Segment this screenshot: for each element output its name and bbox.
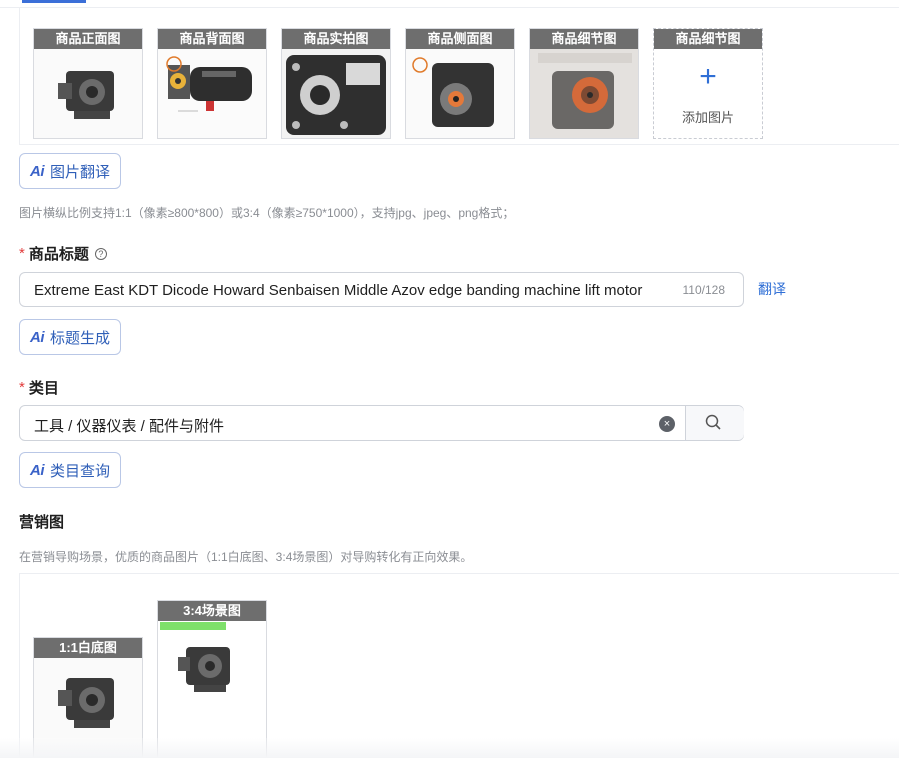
image-slot-label: 商品正面图 xyxy=(34,29,142,49)
category-input[interactable]: 工具 / 仪器仪表 / 配件与附件 × xyxy=(19,405,744,441)
motor-side-photo xyxy=(158,49,266,138)
marketing-hint: 在营销导购场景，优质的商品图片（1:1白底图、3:4场景图）对导购转化有正向效果… xyxy=(19,550,473,564)
add-image-label: 添加图片 xyxy=(681,110,734,125)
category-field-label: * 类目 xyxy=(19,377,59,398)
marketing-label-text: 营销图 xyxy=(19,514,65,531)
required-mark: * xyxy=(19,245,25,262)
title-generate-label: 标题生成 xyxy=(50,329,111,347)
scroll-fade xyxy=(0,738,899,758)
image-translate-label: 图片翻译 xyxy=(50,163,111,181)
title-input-value: Extreme East KDT Dicode Howard Senbaisen… xyxy=(34,282,643,299)
active-tab-indicator xyxy=(22,0,86,3)
image-slot-label: 商品细节图 xyxy=(530,29,638,49)
gearbox-detail-photo xyxy=(530,49,638,138)
ai-icon: Ai xyxy=(30,162,45,180)
title-char-counter: 110/128 xyxy=(682,283,726,297)
marketing-slot-label: 3:4场景图 xyxy=(158,601,266,621)
marketing-images-label: 营销图 xyxy=(19,511,64,532)
required-mark: * xyxy=(19,379,25,396)
title-generate-button[interactable]: Ai 标题生成 xyxy=(19,319,122,355)
gear-motor-photo xyxy=(34,49,142,138)
image-format-hint: 图片横纵比例支持1:1（像素≥800*800）或3:4（像素≥750*1000）… xyxy=(19,206,515,220)
image-slot-front[interactable]: 商品正面图 xyxy=(33,28,143,139)
category-label-text: 类目 xyxy=(28,380,59,397)
ai-icon: Ai xyxy=(30,328,45,346)
help-icon[interactable]: ? xyxy=(94,247,107,260)
title-translate-link[interactable]: 翻译 xyxy=(758,279,786,299)
image-slot-label: 商品实拍图 xyxy=(282,29,390,49)
product-images-panel: 商品正面图 商品背面图 商品实拍图 商品侧面图 商品细节图 商品细节图 + 添加… xyxy=(19,8,899,145)
title-input[interactable]: Extreme East KDT Dicode Howard Senbaisen… xyxy=(19,272,744,307)
add-image-button[interactable]: 商品细节图 + 添加图片 xyxy=(653,28,763,139)
plus-icon: + xyxy=(699,60,717,93)
marketing-images-panel: 1:1白底图 3:4场景图 xyxy=(19,573,899,758)
marketing-slot-scene[interactable]: 3:4场景图 xyxy=(157,600,267,758)
image-slot-back[interactable]: 商品背面图 xyxy=(157,28,267,139)
category-value: 工具 / 仪器仪表 / 配件与附件 xyxy=(34,418,225,435)
image-slot-detail[interactable]: 商品细节图 xyxy=(529,28,639,139)
image-slot-label: 商品细节图 xyxy=(654,29,762,49)
gearbox-side-photo xyxy=(406,49,514,138)
image-slot-label: 商品侧面图 xyxy=(406,29,514,49)
ai-icon: Ai xyxy=(30,461,45,479)
image-slot-label: 商品背面图 xyxy=(158,29,266,49)
category-query-button[interactable]: Ai 类目查询 xyxy=(19,452,122,488)
image-translate-button[interactable]: Ai 图片翻译 xyxy=(19,153,122,189)
search-icon xyxy=(705,414,721,430)
title-label-text: 商品标题 xyxy=(28,246,89,263)
category-search-button[interactable] xyxy=(686,406,744,440)
image-slot-real-shot[interactable]: 商品实拍图 xyxy=(281,28,391,139)
category-query-label: 类目查询 xyxy=(50,462,111,480)
clear-icon[interactable]: × xyxy=(659,416,675,432)
gear-flange-photo xyxy=(282,49,390,138)
marketing-slot-label: 1:1白底图 xyxy=(34,638,142,658)
image-slot-side[interactable]: 商品侧面图 xyxy=(405,28,515,139)
title-field-label: * 商品标题 ? xyxy=(19,243,107,264)
